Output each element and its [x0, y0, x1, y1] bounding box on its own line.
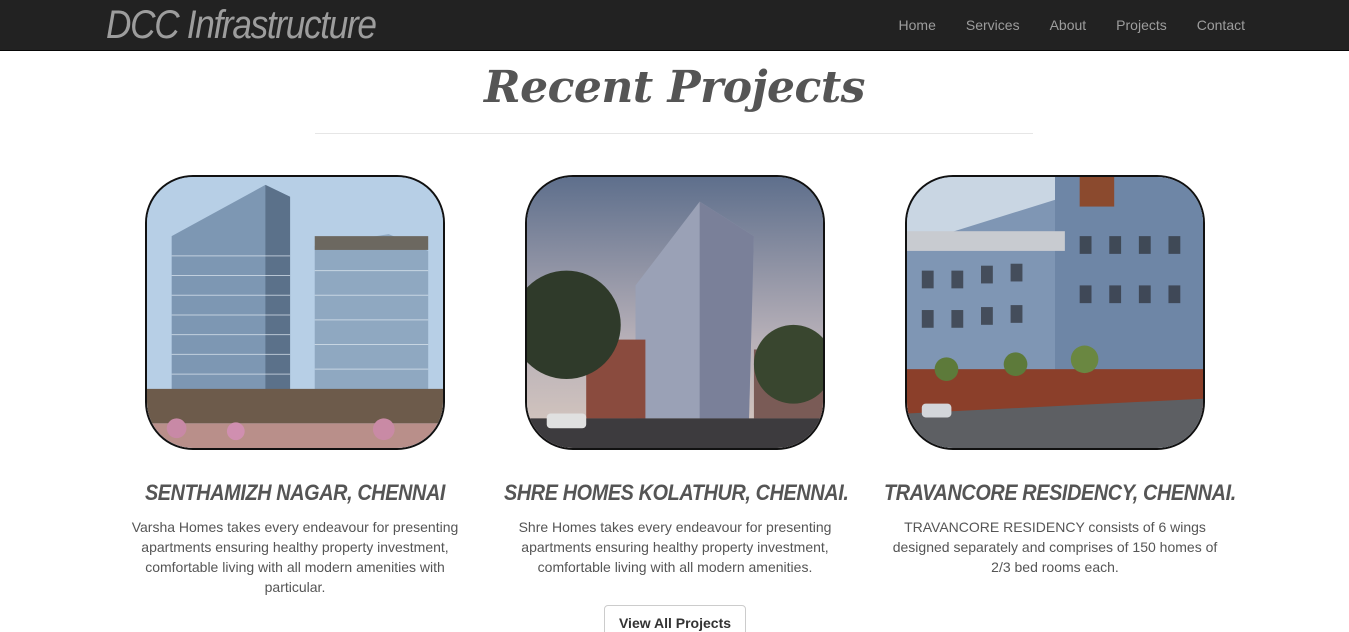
- project-card: SHRE HOMES KOLATHUR, CHENNAI. Shre Homes…: [485, 175, 865, 577]
- project-title: TRAVANCORE RESIDENCY, CHENNAI.: [884, 480, 1236, 505]
- nav-link-contact[interactable]: Contact: [1182, 0, 1260, 50]
- project-title: SHRE HOMES KOLATHUR, CHENNAI.: [504, 480, 849, 505]
- nav-link-home[interactable]: Home: [884, 0, 951, 50]
- project-title: SENTHAMIZH NAGAR, CHENNAI: [144, 480, 446, 505]
- title-divider: [315, 133, 1033, 134]
- project-image[interactable]: [905, 175, 1205, 450]
- project-card: TRAVANCORE RESIDENCY, CHENNAI. TRAVANCOR…: [865, 175, 1245, 577]
- project-description: Varsha Homes takes every endeavour for p…: [131, 519, 459, 595]
- view-all-projects-button[interactable]: View All Projects: [604, 605, 746, 632]
- nav-link-projects[interactable]: Projects: [1101, 0, 1182, 50]
- project-image[interactable]: [145, 175, 445, 450]
- building-illustration: [907, 177, 1203, 448]
- building-illustration: [147, 177, 443, 448]
- nav-link-about[interactable]: About: [1035, 0, 1102, 50]
- nav-link-services[interactable]: Services: [951, 0, 1035, 50]
- project-card: SENTHAMIZH NAGAR, CHENNAI Varsha Homes t…: [105, 175, 485, 597]
- project-image[interactable]: [525, 175, 825, 450]
- brand-logo-link[interactable]: DCC Infrastructure: [106, 3, 377, 48]
- project-description: Shre Homes takes every endeavour for pre…: [518, 519, 832, 575]
- top-navbar: DCC Infrastructure Home Services About P…: [0, 0, 1349, 51]
- project-description: TRAVANCORE RESIDENCY consists of 6 wings…: [892, 519, 1218, 575]
- section-title: Recent Projects: [484, 62, 865, 113]
- main-nav: Home Services About Projects Contact: [884, 0, 1260, 50]
- building-illustration: [527, 177, 823, 448]
